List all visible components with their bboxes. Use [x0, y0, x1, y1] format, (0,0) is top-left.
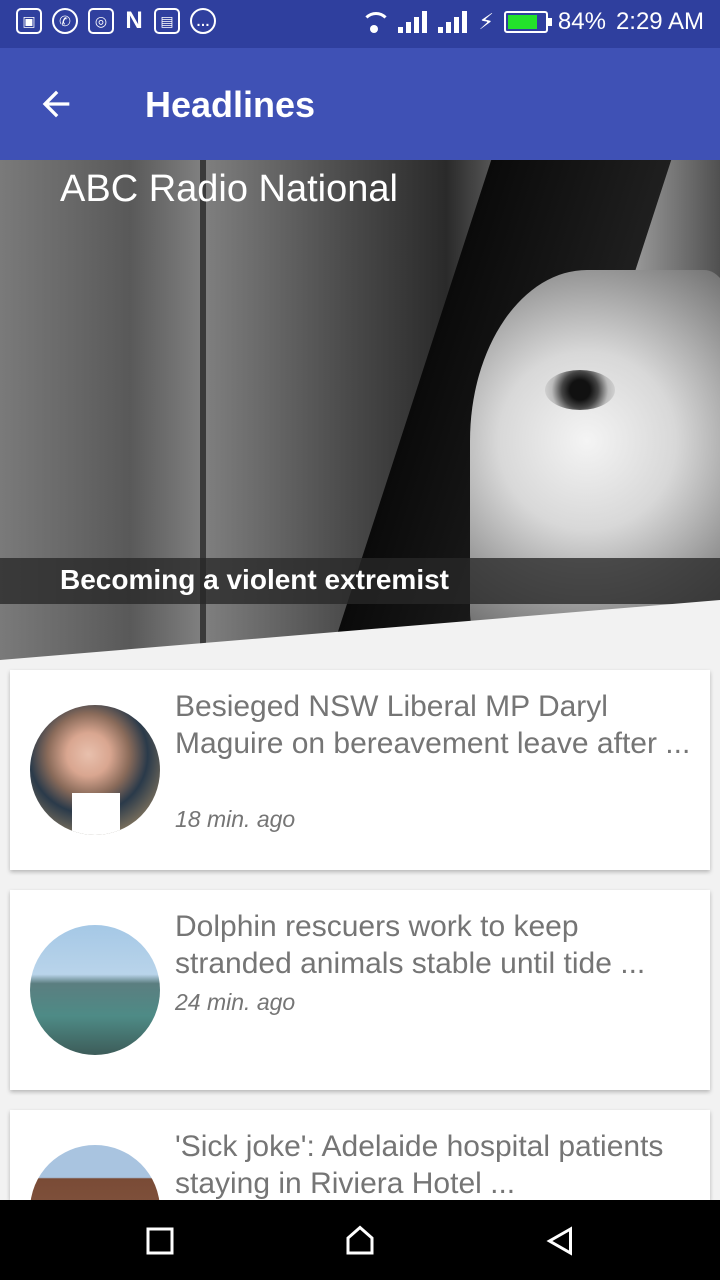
hero-image-detail [545, 370, 615, 410]
navigation-bar [0, 1200, 720, 1280]
article-card[interactable]: 'Sick joke': Adelaide hospital patients … [10, 1110, 710, 1200]
featured-story[interactable]: ABC Radio National Becoming a violent ex… [0, 160, 720, 660]
signal-icon [398, 11, 428, 33]
back-icon [546, 1226, 572, 1256]
recent-apps-icon [146, 1227, 174, 1255]
status-bar: ▣ ✆ ◎ N ▤ … ⚡ 84% 2:29 AM [0, 0, 720, 48]
hero-source: ABC Radio National [60, 168, 398, 210]
article-time: 24 min. ago [175, 989, 296, 1015]
system-status: ⚡ 84% 2:29 AM [360, 8, 704, 36]
back-button[interactable] [30, 82, 82, 126]
whatsapp-icon: ✆ [52, 8, 78, 34]
article-card[interactable]: Besieged NSW Liberal MP Daryl Maguire on… [10, 670, 710, 870]
gallery-icon: ▣ [16, 8, 42, 34]
article-card[interactable]: Dolphin rescuers work to keep stranded a… [10, 890, 710, 1090]
signal-icon [438, 11, 468, 33]
article-title: 'Sick joke': Adelaide hospital patients … [175, 1130, 664, 1200]
article-title: Dolphin rescuers work to keep stranded a… [175, 910, 646, 980]
notification-icons: ▣ ✆ ◎ N ▤ … [16, 8, 216, 34]
instagram-icon: ◎ [88, 8, 114, 34]
battery-percent: 84% [557, 8, 606, 35]
recent-apps-button[interactable] [137, 1218, 183, 1264]
home-button[interactable] [337, 1218, 383, 1264]
arrow-left-icon [42, 90, 70, 118]
article-time: 18 min. ago [175, 806, 296, 832]
article-title: Besieged NSW Liberal MP Daryl Maguire on… [175, 690, 691, 760]
system-back-button[interactable] [537, 1218, 583, 1264]
n-icon: N [125, 7, 143, 34]
chat-icon: … [190, 8, 216, 34]
charging-icon: ⚡ [478, 9, 494, 34]
battery-fill [507, 15, 538, 29]
hero-caption: Becoming a violent extremist [60, 564, 450, 595]
clock: 2:29 AM [615, 8, 704, 35]
page-title: Headlines [145, 84, 316, 125]
home-icon [346, 1225, 374, 1255]
article-thumbnail [30, 705, 160, 835]
wifi-icon [360, 11, 392, 33]
article-thumbnail [30, 925, 160, 1055]
app-bar: Headlines [0, 48, 720, 160]
article-thumbnail [30, 1145, 160, 1200]
calendar-icon: ▤ [154, 8, 180, 34]
battery-icon [503, 11, 552, 33]
